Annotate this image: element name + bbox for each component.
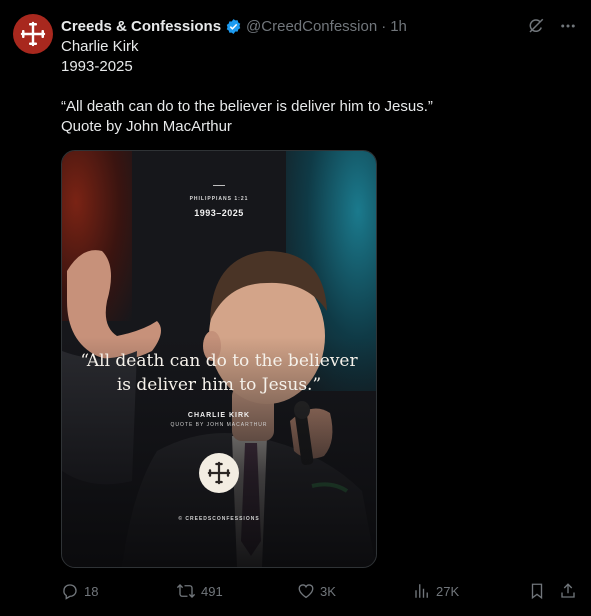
repost-count: 491 — [201, 583, 223, 599]
reply-count: 18 — [84, 583, 99, 599]
overlay-attribution-sub: QUOTE BY JOHN MACARTHUR — [170, 422, 268, 428]
quote-overlay: PHILIPPIANS 1:21 1993–2025 “All death ca… — [62, 151, 376, 567]
verse-reference: PHILIPPIANS 1:21 — [189, 196, 249, 202]
reply-icon — [61, 582, 79, 600]
action-bar: 18 491 3K 27K — [61, 580, 577, 602]
share-button[interactable] — [559, 580, 577, 602]
post-time[interactable]: 1h — [390, 18, 407, 35]
post-header: Creeds & Confessions @CreedConfession · … — [61, 15, 577, 37]
overlay-cross-logo-icon — [199, 453, 239, 493]
post-media-image[interactable]: PHILIPPIANS 1:21 1993–2025 “All death ca… — [61, 150, 377, 568]
reply-button[interactable]: 18 — [61, 580, 98, 602]
avatar[interactable] — [13, 14, 53, 54]
share-icon — [559, 582, 577, 600]
views-count: 27K — [436, 583, 460, 599]
overlay-credit: © CREEDSCONFESSIONS — [178, 516, 260, 522]
repost-button[interactable]: 491 — [176, 580, 223, 602]
cross-logo-icon — [20, 21, 46, 47]
views-button[interactable]: 27K — [413, 580, 459, 602]
grok-icon[interactable] — [527, 17, 545, 35]
post-text-line: Charlie Kirk — [61, 38, 139, 55]
more-icon[interactable] — [559, 17, 577, 35]
post-text-line: Quote by John MacArthur — [61, 118, 232, 135]
overlay-quote-line: is deliver him to Jesus.” — [116, 375, 322, 395]
like-count: 3K — [320, 583, 336, 599]
bookmark-button[interactable] — [528, 580, 546, 602]
overlay-quote-line: “All death can do to the believer — [80, 351, 358, 371]
post-text: Charlie Kirk 1993-2025 “All death can do… — [61, 37, 433, 137]
like-button[interactable]: 3K — [297, 580, 336, 602]
post-text-line: “All death can do to the believer is del… — [61, 98, 433, 115]
bookmark-icon — [528, 582, 546, 600]
overlay-attribution-name: CHARLIE KIRK — [187, 412, 251, 419]
top-divider — [213, 185, 225, 186]
post-text-line — [61, 77, 433, 97]
verified-badge-icon — [225, 18, 242, 35]
overlay-years: 1993–2025 — [194, 208, 244, 218]
meta-separator: · — [381, 17, 387, 35]
like-icon — [297, 582, 315, 600]
account-handle[interactable]: @CreedConfession — [246, 18, 377, 35]
repost-icon — [176, 582, 196, 600]
post-text-line: 1993-2025 — [61, 58, 133, 75]
overlay-quote: “All death can do to the believer is del… — [72, 349, 366, 397]
views-icon — [413, 582, 431, 600]
account-name[interactable]: Creeds & Confessions — [61, 18, 221, 35]
